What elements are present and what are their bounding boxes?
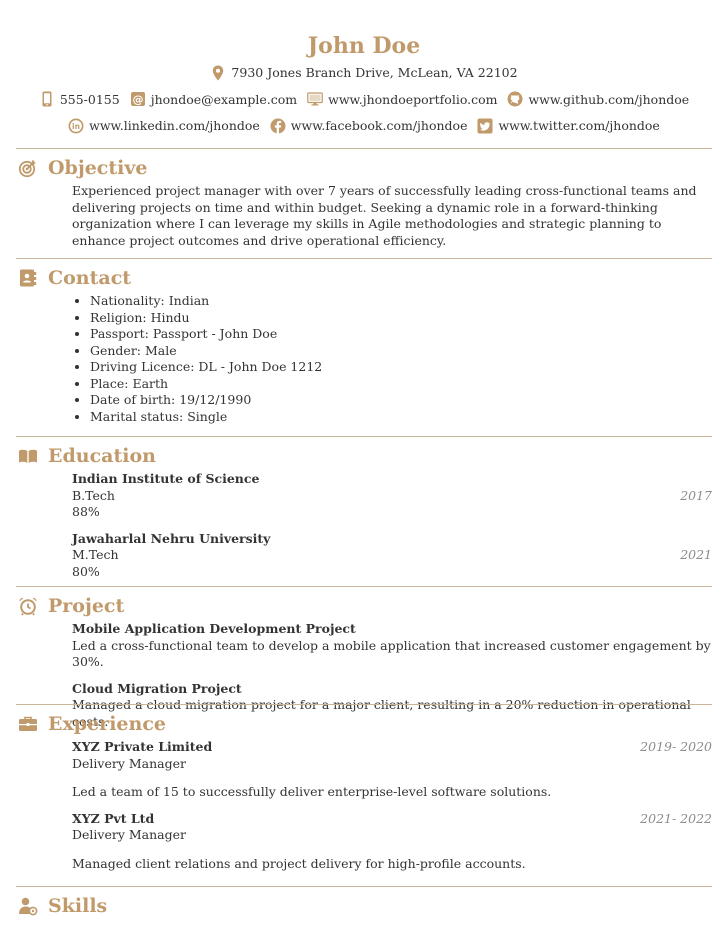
github-icon <box>507 91 523 107</box>
email-item[interactable]: @ jhondoe@example.com <box>130 88 297 111</box>
degree: M.Tech <box>72 547 119 562</box>
contact-list: Nationality: Indian Religion: Hindu Pass… <box>72 293 712 425</box>
education-title: Education <box>48 445 156 467</box>
education-entry: Indian Institute of Science B.Tech 2017 … <box>72 471 712 521</box>
school-name: Jawaharlal Nehru University <box>72 530 271 546</box>
list-item: Marital status: Single <box>90 409 712 426</box>
project-entry: Mobile Application Development Project L… <box>72 621 712 671</box>
company-name: XYZ Pvt Ltd <box>72 810 155 826</box>
address-line: 7930 Jones Branch Drive, McLean, VA 2210… <box>0 61 728 88</box>
email-link[interactable]: jhondoe@example.com <box>151 88 297 111</box>
alarm-clock-icon <box>18 596 38 616</box>
company-row: XYZ Private Limited 2019- 2020 <box>72 739 712 756</box>
experience-entry: XYZ Pvt Ltd 2021- 2022 Delivery Manager … <box>72 811 712 873</box>
list-item: Passport: Passport - John Doe <box>90 326 712 343</box>
resume-header: John Doe 7930 Jones Branch Drive, McLean… <box>0 0 728 141</box>
location-pin-icon <box>210 65 226 81</box>
contact-line-2: in www.linkedin.com/jhondoe www.facebook… <box>0 114 728 141</box>
list-item: Gender: Male <box>90 343 712 360</box>
list-item: Place: Earth <box>90 376 712 393</box>
facebook-link[interactable]: www.facebook.com/jhondoe <box>291 114 468 137</box>
list-item: Religion: Hindu <box>90 310 712 327</box>
skills-heading: Skills <box>16 891 712 921</box>
objective-body: Experienced project manager with over 7 … <box>16 183 712 249</box>
facebook-item[interactable]: www.facebook.com/jhondoe <box>270 114 468 137</box>
facebook-icon <box>270 118 286 134</box>
address-text: 7930 Jones Branch Drive, McLean, VA 2210… <box>231 65 518 80</box>
monitor-icon <box>307 91 323 107</box>
education-body: Indian Institute of Science B.Tech 2017 … <box>16 471 712 580</box>
score: 88% <box>72 504 100 519</box>
user-gear-icon <box>18 896 38 916</box>
svg-text:in: in <box>72 122 80 131</box>
contact-body: Nationality: Indian Religion: Hindu Pass… <box>16 293 712 425</box>
project-title: Project <box>48 595 125 617</box>
svg-text:@: @ <box>132 93 143 106</box>
target-icon <box>18 158 38 178</box>
employment-dates: 2021- 2022 <box>640 810 712 826</box>
portfolio-item[interactable]: www.jhondoeportfolio.com <box>307 88 497 111</box>
objective-title: Objective <box>48 157 148 179</box>
book-icon <box>18 446 38 466</box>
degree-row: M.Tech 2021 <box>72 547 712 564</box>
twitter-icon <box>477 118 493 134</box>
twitter-item[interactable]: www.twitter.com/jhondoe <box>477 114 660 137</box>
person-name: John Doe <box>307 33 421 59</box>
address-item: 7930 Jones Branch Drive, McLean, VA 2210… <box>210 61 518 84</box>
portfolio-link[interactable]: www.jhondoeportfolio.com <box>328 88 497 111</box>
list-item: Date of birth: 19/12/1990 <box>90 392 712 409</box>
experience-title: Experience <box>48 713 166 735</box>
project-heading: Project <box>16 591 712 621</box>
company-row: XYZ Pvt Ltd 2021- 2022 <box>72 811 712 828</box>
skills-section: Skills <box>16 886 712 921</box>
twitter-link[interactable]: www.twitter.com/jhondoe <box>498 114 659 137</box>
experience-section: Experience XYZ Private Limited 2019- 202… <box>16 704 712 882</box>
education-entry: Jawaharlal Nehru University M.Tech 2021 … <box>72 531 712 581</box>
linkedin-item[interactable]: in www.linkedin.com/jhondoe <box>68 114 260 137</box>
github-link[interactable]: www.github.com/jhondoe <box>528 88 689 111</box>
graduation-year: 2021 <box>680 547 712 562</box>
linkedin-icon: in <box>68 118 84 134</box>
degree-row: B.Tech 2017 <box>72 488 712 505</box>
contact-line-1: 555-0155 @ jhondoe@example.com www.jhond… <box>0 88 728 115</box>
list-item: Driving Licence: DL - John Doe 1212 <box>90 359 712 376</box>
email-at-icon: @ <box>130 91 146 107</box>
school-name: Indian Institute of Science <box>72 471 260 486</box>
job-role: Delivery Manager <box>72 755 187 771</box>
employment-dates: 2019- 2020 <box>640 739 712 754</box>
education-section: Education Indian Institute of Science B.… <box>16 436 712 590</box>
experience-entry: XYZ Private Limited 2019- 2020 Delivery … <box>72 739 712 801</box>
job-role: Delivery Manager <box>72 827 187 842</box>
graduation-year: 2017 <box>680 487 712 503</box>
company-name: XYZ Private Limited <box>72 739 213 754</box>
skills-title: Skills <box>48 895 108 917</box>
experience-heading: Experience <box>16 709 712 739</box>
education-heading: Education <box>16 441 712 471</box>
list-item: Nationality: Indian <box>90 293 712 310</box>
objective-section: Objective Experienced project manager wi… <box>16 148 712 249</box>
degree: B.Tech <box>72 487 115 503</box>
contact-title: Contact <box>48 267 132 289</box>
linkedin-link[interactable]: www.linkedin.com/jhondoe <box>89 114 260 137</box>
project-name: Cloud Migration Project <box>72 680 242 696</box>
phone-text: 555-0155 <box>59 91 120 107</box>
project-description: Led a cross-functional team to develop a… <box>72 637 711 670</box>
contact-section: Contact Nationality: Indian Religion: Hi… <box>16 258 712 425</box>
briefcase-icon <box>18 714 38 734</box>
resume-page: John Doe 7930 Jones Branch Drive, McLean… <box>0 0 728 950</box>
job-description: Managed client relations and project del… <box>72 855 526 871</box>
project-name: Mobile Application Development Project <box>72 621 356 636</box>
objective-text: Experienced project manager with over 7 … <box>72 183 697 248</box>
experience-body: XYZ Private Limited 2019- 2020 Delivery … <box>16 739 712 872</box>
phone-item: 555-0155 <box>39 88 120 111</box>
github-item[interactable]: www.github.com/jhondoe <box>507 88 689 111</box>
phone-icon <box>39 91 55 107</box>
contact-heading: Contact <box>16 263 712 293</box>
address-book-icon <box>18 268 38 288</box>
job-description: Led a team of 15 to successfully deliver… <box>72 784 552 799</box>
objective-heading: Objective <box>16 153 712 183</box>
score: 80% <box>72 563 100 579</box>
